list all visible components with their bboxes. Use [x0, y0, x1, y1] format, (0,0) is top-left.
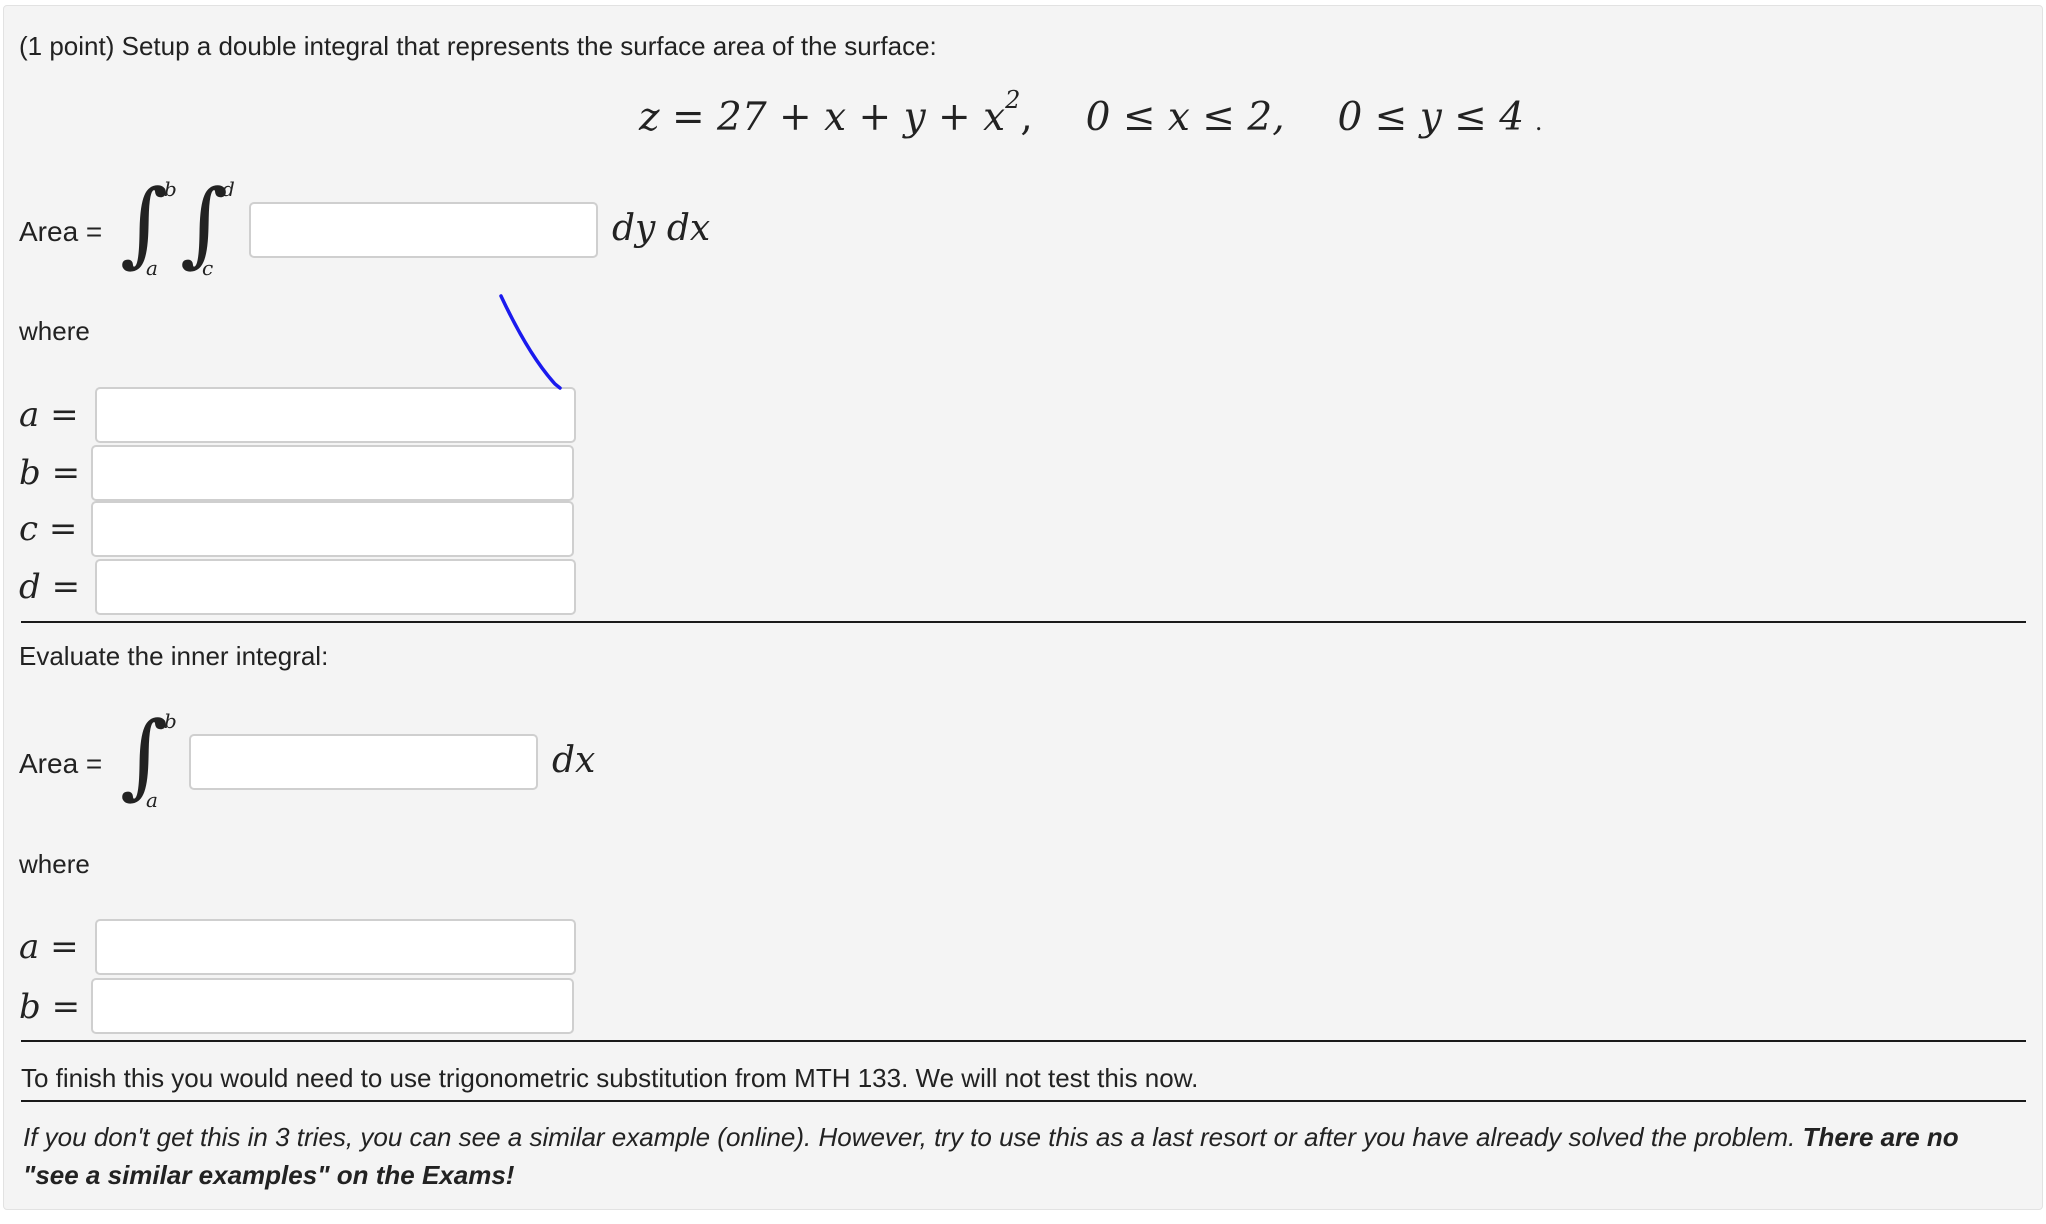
single-integrand-input[interactable] — [189, 734, 538, 790]
field-a2-label: a = — [19, 927, 79, 967]
trig-sub-note: To finish this you would need to use tri… — [21, 1063, 1199, 1093]
field-d-label: d = — [19, 567, 81, 607]
equation-period: . — [1534, 108, 1543, 136]
single-lower-limit: a — [146, 788, 158, 812]
single-differential: dx — [552, 740, 596, 781]
inner-integral-heading: Evaluate the inner integral: — [19, 641, 329, 671]
hint-text: If you don't get this in 3 tries, you ca… — [23, 1118, 2013, 1194]
d-input[interactable] — [95, 559, 576, 615]
equation-x-range: 0 ≤ x ≤ 2, — [1085, 95, 1285, 140]
field-b2-label: b = — [19, 987, 81, 1027]
equation-comma: , — [1020, 95, 1033, 140]
equation-y-range: 0 ≤ y ≤ 4 — [1337, 95, 1525, 140]
equation-z: z = 27 + x + y + x — [639, 95, 1006, 140]
area-label-2: Area = — [19, 748, 103, 779]
field-b-label: b = — [19, 453, 81, 493]
c-input[interactable] — [91, 501, 574, 557]
equation-exponent: 2 — [1005, 86, 1021, 114]
a2-input[interactable] — [95, 919, 576, 975]
where-label-2: where — [19, 849, 90, 879]
single-upper-limit: b — [164, 709, 177, 733]
section-divider-3 — [21, 1100, 2026, 1102]
surface-equation: z = 27 + x + y + x2, 0 ≤ x ≤ 2, 0 ≤ y ≤ … — [639, 86, 1543, 140]
section-divider-2 — [21, 1040, 2026, 1042]
handwritten-pen-stroke — [499, 294, 562, 390]
b2-input[interactable] — [91, 978, 574, 1034]
section-divider-1 — [21, 621, 2026, 623]
field-c-label: c = — [19, 509, 78, 549]
hint-normal-text: If you don't get this in 3 tries, you ca… — [23, 1122, 1803, 1152]
problem-panel: (1 point) Setup a double integral that r… — [3, 5, 2043, 1210]
double-differentials: dy dx — [612, 208, 711, 249]
single-integral-sign: ∫ — [120, 702, 168, 809]
b-input[interactable] — [91, 445, 574, 501]
